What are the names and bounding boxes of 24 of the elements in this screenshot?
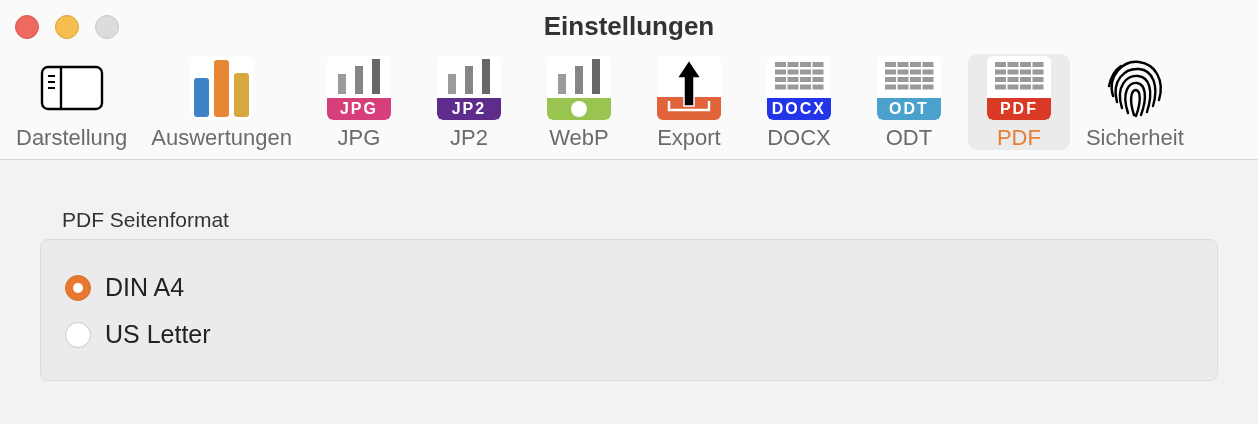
toolbar-tab[interactable]: PDF PDF <box>967 54 1070 150</box>
format-badge: JPG <box>326 98 391 120</box>
toolbar-tab[interactable]: Export <box>637 54 740 150</box>
toolbar-tab[interactable]: JPG JPG <box>307 54 410 150</box>
toolbar-tab[interactable]: WebP <box>527 54 630 150</box>
minimize-button[interactable] <box>55 15 79 39</box>
toolbar-tab[interactable]: Auswertungen <box>143 54 300 150</box>
toolbar-tab[interactable]: ODT ODT <box>857 54 960 150</box>
radio-label[interactable]: US Letter <box>105 320 211 349</box>
toolbar-tab[interactable]: DOCX DOCX <box>747 54 850 150</box>
radio-label[interactable]: DIN A4 <box>105 273 185 302</box>
close-button[interactable] <box>15 15 39 39</box>
section-title: PDF Seitenformat <box>62 208 230 232</box>
toolbar-tab[interactable]: Darstellung <box>8 54 136 150</box>
format-badge: DOCX <box>766 98 831 120</box>
format-badge: JP2 <box>436 98 501 120</box>
toolbar-tab[interactable]: Sicherheit <box>1077 54 1192 150</box>
format-badge: PDF <box>986 98 1051 120</box>
toolbar-tab[interactable]: JP2 JP2 <box>417 54 520 150</box>
zoom-button[interactable] <box>95 15 119 39</box>
radio-button[interactable] <box>65 321 91 348</box>
radio-button[interactable] <box>65 274 91 301</box>
window-title: Einstellungen <box>543 10 715 42</box>
format-badge: ODT <box>876 98 941 120</box>
